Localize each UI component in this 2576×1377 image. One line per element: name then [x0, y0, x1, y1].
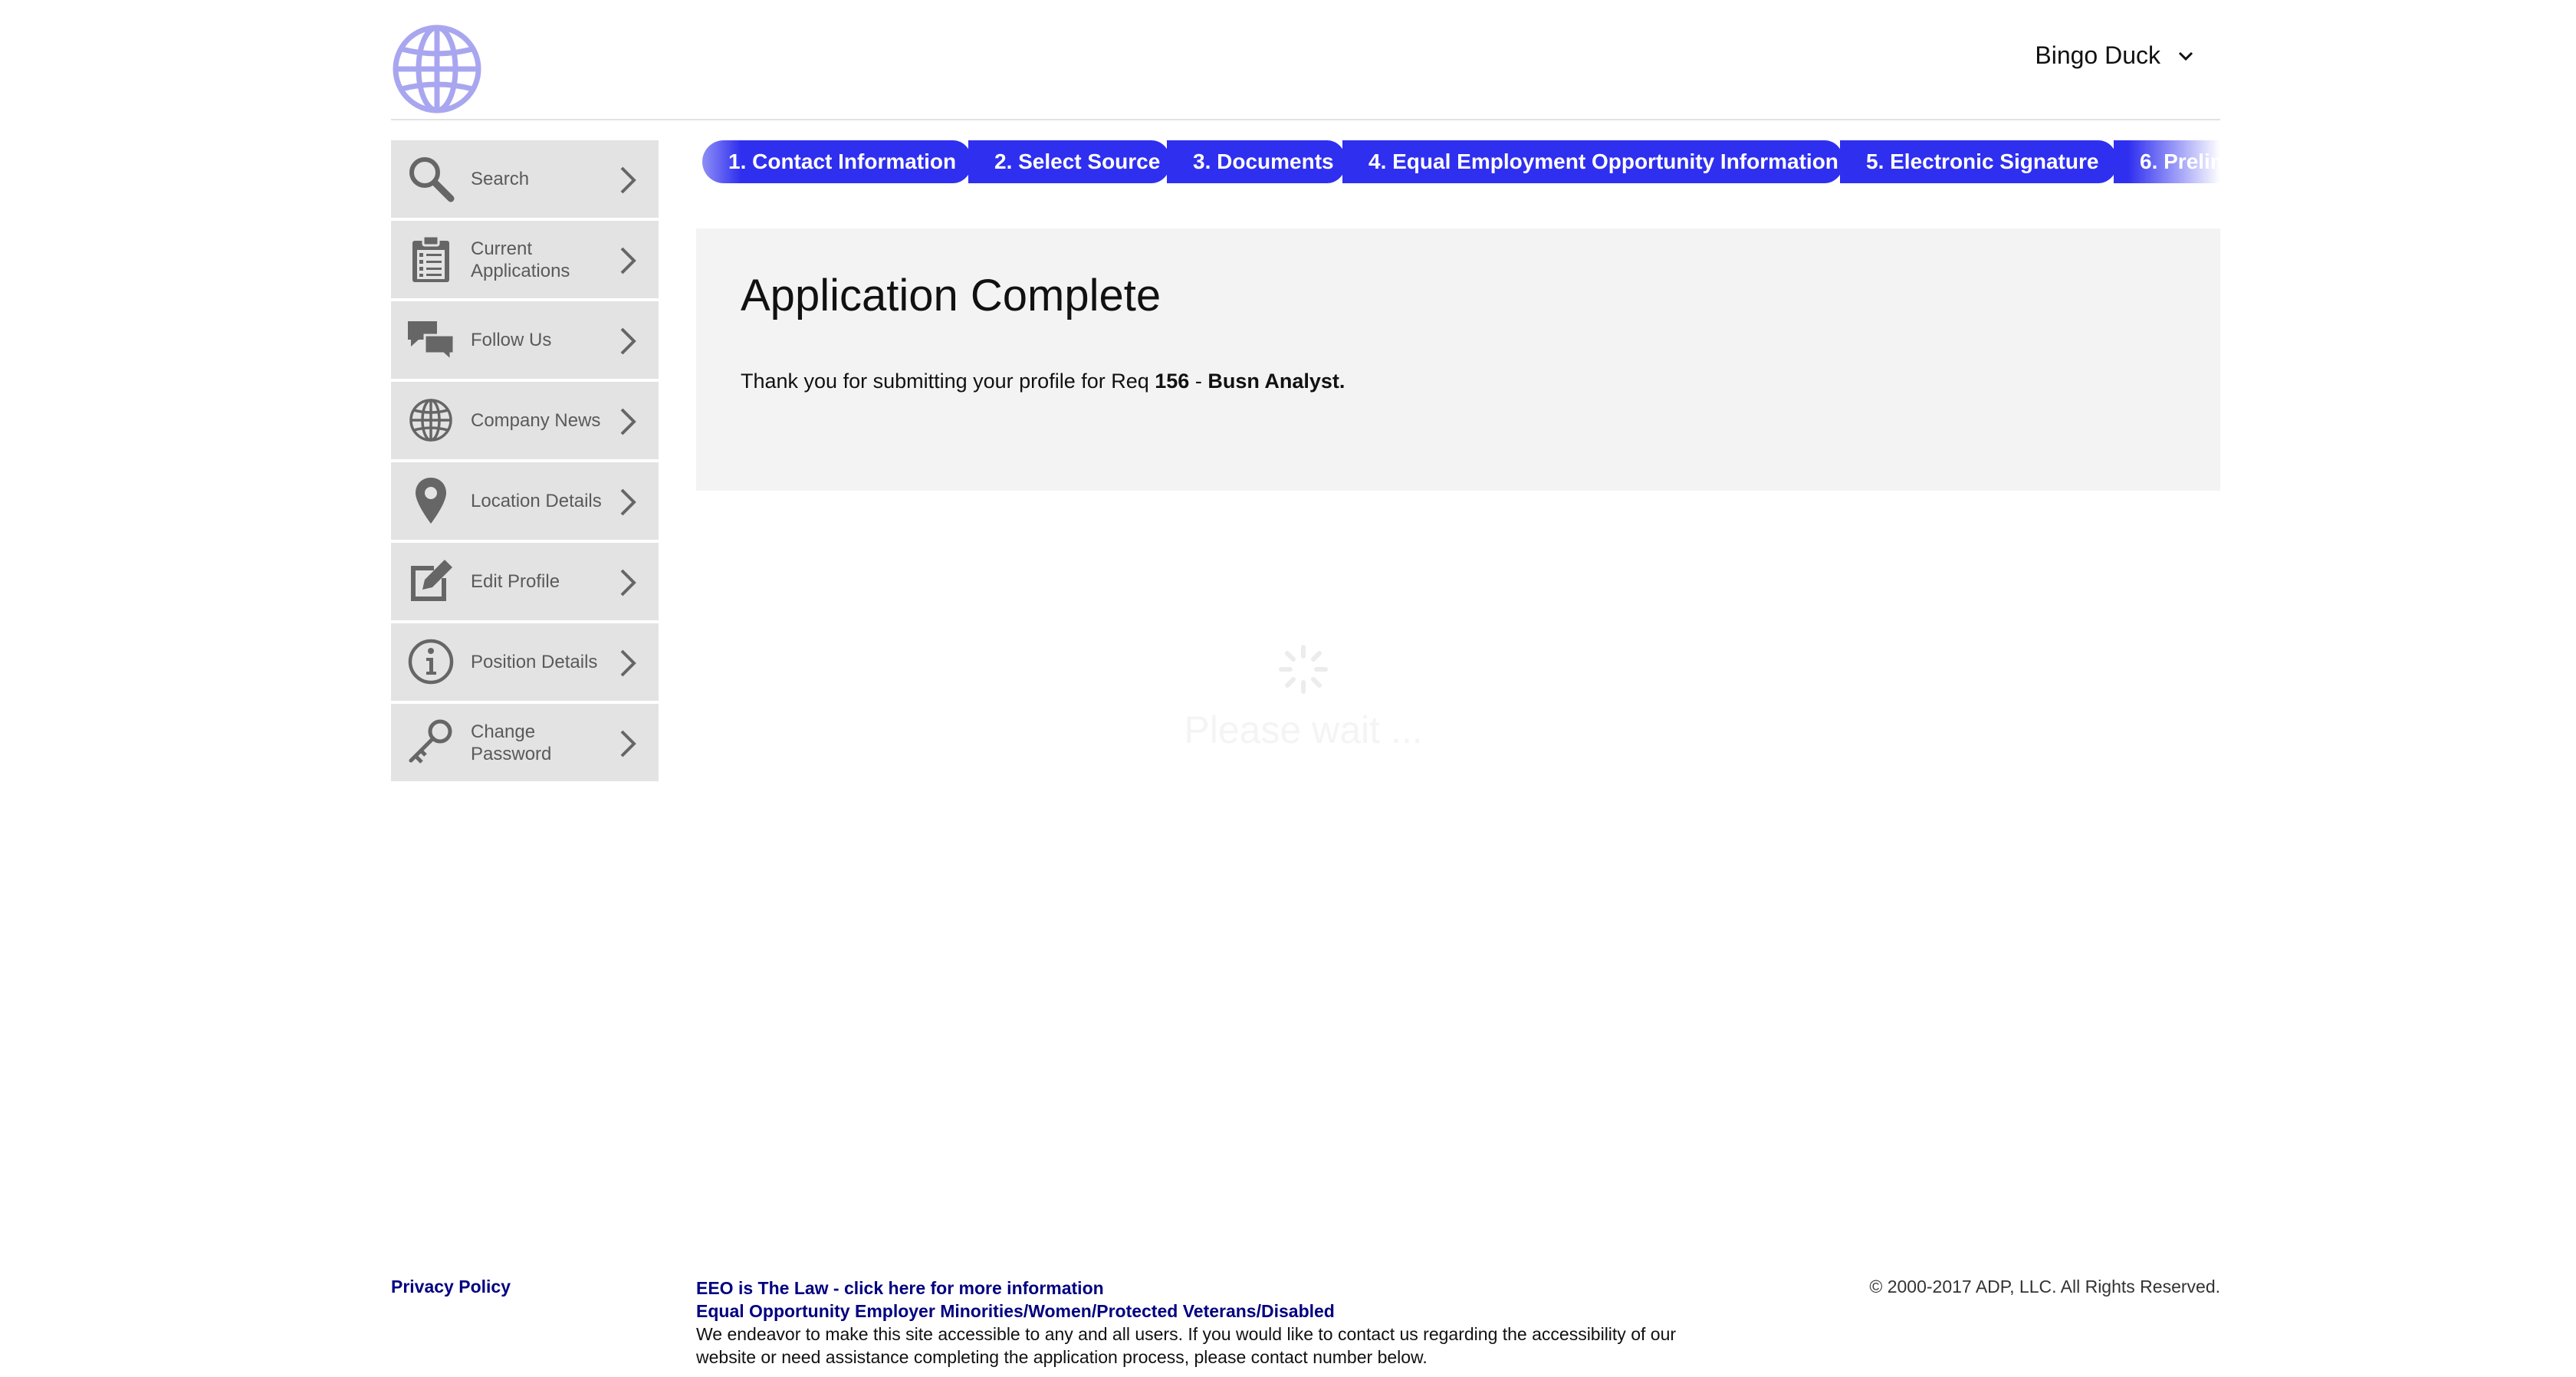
page-title: Application Complete: [741, 271, 1162, 320]
steps-progress-bar: 1. Contact Information 2. Select Source …: [702, 140, 2220, 183]
sidebar-item-position-details[interactable]: Position Details: [391, 623, 659, 701]
eeo-law-link[interactable]: EEO is The Law - click here for more inf…: [696, 1277, 1769, 1300]
user-menu[interactable]: Bingo Duck: [2035, 41, 2194, 70]
position-name: Busn Analyst.: [1208, 370, 1346, 393]
info-icon: [408, 639, 454, 685]
sidebar-item-label: Company News: [471, 410, 601, 431]
map-pin-icon: [416, 478, 446, 524]
footer-eeo: EEO is The Law - click here for more inf…: [696, 1277, 1769, 1369]
sidebar-item-change-password[interactable]: Change Password: [391, 704, 659, 781]
accessibility-note: We endeavor to make this site accessible…: [696, 1324, 1677, 1367]
header: Bingo Duck: [391, 0, 2220, 120]
sidebar-item-label: Follow Us: [471, 330, 552, 350]
chevron-right-icon: [620, 649, 636, 677]
step-documents[interactable]: 3. Documents: [1167, 140, 1349, 183]
loading-indicator: Please wait ...: [1181, 642, 1426, 752]
chevron-down-icon[interactable]: [2177, 48, 2194, 64]
chat-bubbles-icon: [408, 321, 455, 363]
sidebar-item-search[interactable]: Search: [391, 140, 659, 218]
clipboard-icon: [412, 235, 449, 282]
message-prefix: Thank you for submitting your profile fo…: [741, 370, 1155, 393]
step-preliminary[interactable]: 6. Preliminary: [2114, 140, 2220, 183]
spinner-icon: [1279, 645, 1328, 694]
key-icon: [409, 719, 452, 764]
step-eeo-information[interactable]: 4. Equal Employment Opportunity Informat…: [1342, 140, 1846, 183]
step-select-source[interactable]: 2. Select Source: [968, 140, 1173, 183]
sidebar-item-label: Edit Profile: [471, 571, 560, 592]
sidebar-item-label: Current Applications: [471, 238, 570, 281]
chevron-right-icon: [620, 730, 636, 758]
eeo-statement-link[interactable]: Equal Opportunity Employer Minorities/Wo…: [696, 1300, 1769, 1323]
search-icon: [409, 157, 455, 202]
chevron-right-icon: [620, 166, 636, 194]
sidebar-item-company-news[interactable]: Company News: [391, 382, 659, 459]
globe-icon: [409, 399, 452, 442]
sidebar-item-location-details[interactable]: Location Details: [391, 462, 659, 540]
loading-text: Please wait ...: [1184, 708, 1423, 751]
step-electronic-signature[interactable]: 5. Electronic Signature: [1840, 140, 2120, 183]
sidebar-item-label: Location Details: [471, 491, 602, 511]
sidebar-item-label: Search: [471, 169, 530, 189]
sidebar: Search Current Applications Follow Us Co…: [391, 140, 659, 784]
user-name[interactable]: Bingo Duck: [2035, 41, 2160, 70]
confirmation-message: Thank you for submitting your profile fo…: [741, 370, 1345, 393]
chevron-right-icon: [620, 247, 636, 274]
chevron-right-icon: [620, 488, 636, 516]
sidebar-item-current-applications[interactable]: Current Applications: [391, 221, 659, 298]
req-number: 156: [1155, 370, 1190, 393]
chevron-right-icon: [620, 408, 636, 435]
sidebar-item-label: Change Password: [471, 721, 552, 764]
chevron-right-icon: [620, 569, 636, 596]
sidebar-item-follow-us[interactable]: Follow Us: [391, 301, 659, 379]
copyright: © 2000-2017 ADP, LLC. All Rights Reserve…: [1869, 1277, 2220, 1296]
application-complete-panel: Application Complete Thank you for submi…: [696, 228, 2220, 491]
privacy-policy-link[interactable]: Privacy Policy: [391, 1277, 511, 1297]
sidebar-item-edit-profile[interactable]: Edit Profile: [391, 543, 659, 620]
step-contact-information[interactable]: 1. Contact Information: [702, 140, 974, 183]
edit-icon: [411, 560, 452, 601]
chevron-right-icon: [620, 327, 636, 355]
globe-icon[interactable]: [391, 23, 483, 115]
sidebar-item-label: Position Details: [471, 652, 598, 672]
page: Bingo Duck Search Current Applications F…: [0, 0, 2576, 1377]
message-separator: -: [1189, 370, 1208, 393]
